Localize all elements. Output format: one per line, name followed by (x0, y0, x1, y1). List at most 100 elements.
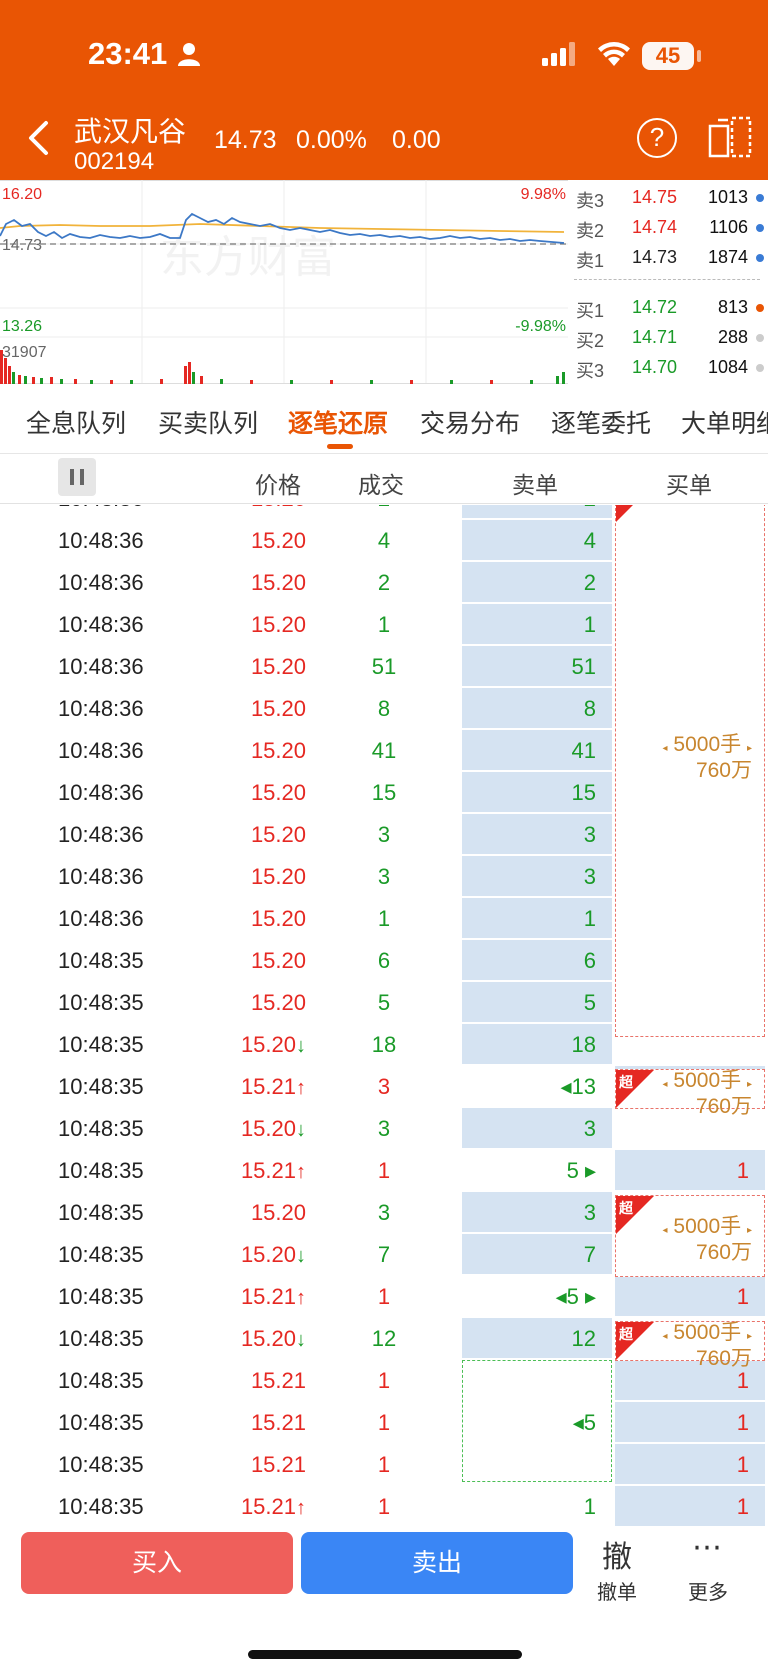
sell-order-cell[interactable]: 18 (462, 1024, 612, 1064)
trade-time: 10:48:35 (58, 1326, 144, 1351)
buy-order-cell[interactable]: 1 (615, 1150, 765, 1190)
sell-order-cell[interactable]: ◂13 (462, 1066, 612, 1106)
direction-arrow-icon: ↑ (296, 1497, 306, 1519)
tab-tick-orders[interactable]: 逐笔委托 (551, 404, 651, 440)
super-large-order-block[interactable]: 超 ◂ 5000手 ▸ 760万 (615, 1195, 765, 1277)
trade-volume: 1 (377, 612, 391, 637)
order-lots: 5000手 (673, 733, 742, 756)
trade-time: 10:48:36 (58, 780, 144, 805)
dot-icon (756, 334, 764, 342)
tab-full-queue[interactable]: 全息队列 (26, 404, 126, 440)
order-book[interactable]: 卖3 14.75 1013 卖2 14.74 1106 卖1 14.73 187… (568, 180, 768, 384)
sell-order-cell[interactable]: 1 (462, 604, 612, 644)
sell-order-cell[interactable]: 51 (462, 646, 612, 686)
tab-trade-distribution[interactable]: 交易分布 (420, 404, 520, 440)
cancel-order-button[interactable]: 撤单 (597, 1576, 637, 1605)
buy-order-cell[interactable]: 1 (615, 1402, 765, 1442)
sell-order-cell[interactable]: 3 (462, 856, 612, 896)
sell-order-cell[interactable]: 5 ▸ (462, 1150, 612, 1190)
sell-order-cell[interactable]: 8 (462, 688, 612, 728)
cancel-order-icon[interactable]: 撤 (602, 1532, 632, 1576)
sell-order-cell[interactable]: 2 (462, 562, 612, 602)
tab-bid-ask-queue[interactable]: 买卖队列 (158, 404, 258, 440)
sell-order-cell[interactable]: 4 (462, 520, 612, 560)
lower-limit-label: 13.26 (2, 318, 42, 335)
trade-list[interactable]: 10:48:3615.202210:48:3615.204410:48:3615… (0, 505, 768, 1530)
tab-tick-restore[interactable]: 逐笔还原 (288, 404, 388, 440)
ask-volume: 1013 (707, 187, 748, 207)
sell-order-value: 3 (583, 864, 596, 889)
trade-time: 10:48:35 (58, 1200, 144, 1225)
buy-order-cell[interactable]: 1 (615, 1486, 765, 1526)
upper-pct-label: 9.98% (521, 186, 566, 203)
trade-price: 15.20↓ (240, 1242, 306, 1267)
sell-order-cell[interactable]: 7 (462, 1234, 612, 1274)
dot-icon (756, 364, 764, 372)
buy-order-cell[interactable]: 1 (615, 1276, 765, 1316)
buy-order-value: 1 (736, 1452, 749, 1477)
order-book-divider (574, 279, 760, 280)
sell-order-cell[interactable]: 3 (462, 1192, 612, 1232)
trade-price: 15.21 (250, 1452, 306, 1477)
trade-price: 15.21↑ (240, 1494, 306, 1519)
buy-button[interactable]: 买入 (21, 1532, 293, 1594)
intraday-chart[interactable]: 东方财富 16.20 9.98% 14.73 13.26 -9.98% 3190… (0, 180, 568, 384)
ask-price: 14.74 (632, 217, 678, 237)
bid-label: 买3 (576, 361, 605, 381)
sell-order-cell[interactable]: ◂5 ▸ (462, 1276, 612, 1316)
sell-order-value: 12 (571, 1326, 596, 1351)
merged-sell-order-block[interactable] (462, 1360, 612, 1482)
trade-time: 10:48:36 (58, 570, 144, 595)
split-screen-icon[interactable] (708, 116, 752, 160)
sell-order-cell[interactable]: 1 (462, 898, 612, 938)
sell-order-cell[interactable]: 2 (462, 505, 612, 518)
more-button[interactable]: 更多 (688, 1576, 728, 1605)
super-order-summary: ◂ 5000手 ▸ 760万 (663, 734, 752, 782)
buy-order-cell[interactable]: 1 (615, 1444, 765, 1484)
bid-label: 买1 (576, 301, 605, 321)
super-large-order-block[interactable]: 超 ◂ 5000手 ▸ 760万 (615, 505, 765, 1037)
stock-code: 002194 (74, 148, 155, 175)
sell-order-cell[interactable]: 5 (462, 982, 612, 1022)
sell-order-cell[interactable]: 1 (462, 1486, 612, 1526)
super-order-summary: ◂ 5000手 ▸ 760万 (663, 1070, 752, 1118)
trade-time: 10:48:36 (58, 505, 144, 512)
trade-price: 15.21↑ (240, 1284, 306, 1309)
trade-time: 10:48:35 (58, 1368, 144, 1393)
trade-price: 15.21↑ (240, 1158, 306, 1183)
direction-arrow-icon: ↓ (296, 1245, 306, 1267)
super-large-order-block[interactable]: 超 ◂ 5000手 ▸ 760万 (615, 1069, 765, 1118)
trade-time: 10:48:35 (58, 1452, 144, 1477)
pause-button[interactable] (58, 458, 96, 496)
bid-2-row: 买2 14.71 288 (568, 323, 768, 353)
sell-order-cell[interactable]: 3 (462, 1108, 612, 1148)
back-icon[interactable] (24, 120, 52, 156)
sell-order-cell[interactable]: 12 (462, 1318, 612, 1358)
trade-price: 15.20 (250, 654, 306, 679)
help-icon[interactable]: ? (637, 118, 677, 158)
sell-order-cell[interactable]: 15 (462, 772, 612, 812)
sell-order-cell[interactable]: 41 (462, 730, 612, 770)
super-large-order-block[interactable]: 超 ◂ 5000手 ▸ 760万 (615, 1321, 765, 1370)
stock-price: 14.73 (214, 126, 277, 154)
trade-time: 10:48:36 (58, 906, 144, 931)
trade-time: 10:48:35 (58, 1494, 144, 1519)
more-icon[interactable]: ⋯ (692, 1530, 723, 1565)
left-triangle-icon: ◂ (662, 1331, 668, 1342)
trade-volume: 3 (377, 1074, 391, 1099)
table-row: 10:48:35 15.20↓ 3 3 (0, 1107, 768, 1149)
dot-icon (756, 254, 764, 262)
bid-price: 14.71 (632, 327, 678, 347)
tab-large-orders[interactable]: 大单明细 (681, 404, 768, 440)
trade-volume: 1 (377, 1158, 391, 1183)
direction-arrow-icon: ↑ (296, 1287, 306, 1309)
sell-order-cell[interactable]: 3 (462, 814, 612, 854)
direction-arrow-icon: ↓ (296, 1035, 306, 1057)
order-lots: 5000手 (673, 1321, 742, 1344)
trade-time: 10:48:36 (58, 864, 144, 889)
trade-volume: 3 (377, 1116, 391, 1141)
sell-order-cell[interactable]: 6 (462, 940, 612, 980)
bid-label: 买2 (576, 331, 605, 351)
sell-button[interactable]: 卖出 (301, 1532, 573, 1594)
trade-time: 10:48:36 (58, 612, 144, 637)
